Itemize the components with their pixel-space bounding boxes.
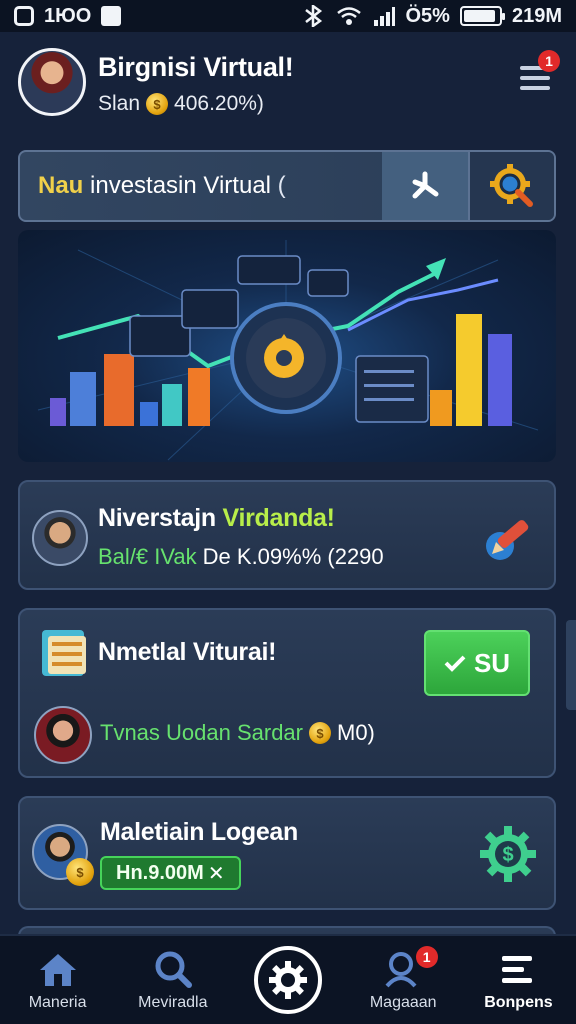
profile-avatar[interactable] <box>18 48 86 116</box>
card-title-highlight: Virdanda! <box>222 504 335 532</box>
card-subtitle-value: De K.09%% (2290 <box>202 544 384 569</box>
card-subtitle-highlight: Bal/€ IVak <box>98 544 197 569</box>
investor-avatar <box>32 510 88 566</box>
coin-icon: $ <box>309 722 331 744</box>
search-gear-icon <box>490 164 533 207</box>
edit-pencil-icon[interactable] <box>480 508 536 564</box>
investment-card-2[interactable]: Nmetlal Viturai! SU Tvnas Uodan Sardar $… <box>18 608 556 778</box>
check-icon <box>444 655 466 672</box>
search-prefix: Nau <box>38 172 84 199</box>
coin-icon: $ <box>146 93 169 115</box>
nav-menu[interactable]: Bonpens <box>461 936 576 1024</box>
document-stack-icon <box>42 630 86 676</box>
page-title: Birgnisi Virtual! <box>98 52 294 82</box>
amount-pill: Hn.9.00M ✕ <box>100 856 241 890</box>
nav-notification-badge: 1 <box>415 946 438 968</box>
balance-value: 406.20%) <box>174 92 264 115</box>
balance-summary: Slan $ 406.20%) <box>98 92 264 116</box>
header: Birgnisi Virtual! Slan $ 406.20%) 1 <box>18 48 560 120</box>
card-title: Niverstajn Virdanda! <box>98 504 335 533</box>
confirm-button[interactable]: SU <box>424 630 530 696</box>
bluetooth-icon <box>304 5 322 27</box>
status-time: 219M <box>511 4 562 27</box>
side-scroll-handle[interactable] <box>566 620 576 710</box>
nav-home-label: Maneria <box>28 994 87 1011</box>
wifi-icon <box>336 7 361 25</box>
asterisk-button[interactable] <box>382 152 468 220</box>
card-subtitle-highlight: Tvnas Uodan Sardar <box>100 720 303 745</box>
search-input[interactable]: Nau investasin Virtual ( <box>20 172 382 200</box>
search-icon <box>155 951 192 988</box>
search-bar[interactable]: Nau investasin Virtual ( <box>18 150 556 222</box>
nav-home[interactable]: Maneria <box>0 936 115 1024</box>
home-icon <box>39 954 76 986</box>
card-title: Maletiain Logean <box>100 818 299 846</box>
card-subtitle-value: M0) <box>337 720 375 745</box>
nav-menu-label: Bonpens <box>484 994 553 1011</box>
nav-search-label: Meviradla <box>138 994 208 1011</box>
card-title: Nmetlal Viturai! <box>98 638 277 666</box>
confirm-button-label: SU <box>473 647 511 678</box>
status-left-text: 1ЮO <box>44 4 92 27</box>
filter-menu-button[interactable]: 1 <box>518 50 560 96</box>
app-notification-icon <box>14 6 34 26</box>
card-subtitle: Bal/€ IVak De K.09%% (2290 <box>98 544 384 570</box>
battery-percent: Ö5% <box>405 4 450 27</box>
investment-card-1[interactable]: Niverstajn Virdanda! Bal/€ IVak De K.09%… <box>18 480 556 590</box>
settings-gear-icon <box>269 961 307 999</box>
hero-illustration <box>18 230 556 462</box>
investment-card-3[interactable]: $ Maletiain Logean Hn.9.00M ✕ $ <box>18 796 556 910</box>
search-settings-button[interactable] <box>468 152 554 220</box>
amount-pill-text: Hn.9.00M <box>116 861 204 884</box>
card-subtitle: Tvnas Uodan Sardar $ M0) <box>100 720 375 746</box>
svg-text:$: $ <box>502 844 513 866</box>
download-icon <box>101 6 122 26</box>
card-title-main: Niverstajn <box>98 504 216 532</box>
battery-icon <box>459 6 505 26</box>
investment-graphic <box>37 240 539 461</box>
status-bar: 1ЮO Ö5% 219M <box>0 0 576 32</box>
nav-messages[interactable]: 1 Magaaan <box>346 936 461 1024</box>
balance-label: Slan <box>98 92 141 115</box>
menu-icon <box>502 956 533 983</box>
dollar-gear-icon[interactable]: $ <box>478 824 538 884</box>
bottom-navigation: Maneria Meviradla 1 Magaaan Bonpens <box>0 934 576 1024</box>
investor-avatar <box>34 706 92 764</box>
notification-badge: 1 <box>538 50 560 72</box>
nav-messages-label: Magaaan <box>369 994 437 1011</box>
asterisk-icon <box>412 171 439 199</box>
center-action-button[interactable] <box>254 946 322 1014</box>
nav-center[interactable] <box>230 936 345 1024</box>
nav-search[interactable]: Meviradla <box>115 936 230 1024</box>
search-text: investasin Virtual <box>83 172 271 199</box>
signal-icon <box>373 7 395 26</box>
coin-icon: $ <box>66 858 94 886</box>
